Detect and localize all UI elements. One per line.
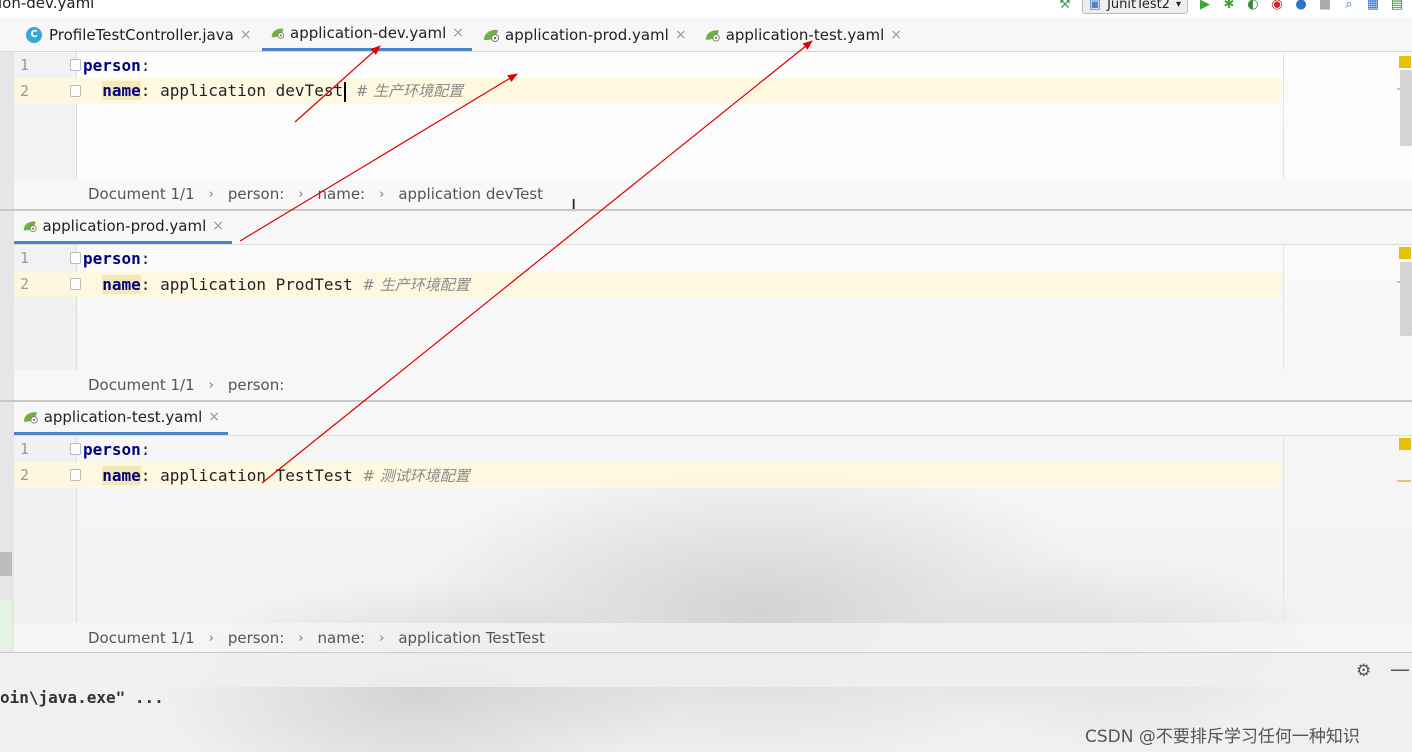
annotation-overlay (239, 40, 813, 484)
annotation-arrow (294, 45, 381, 123)
annotation-arrow (261, 40, 813, 484)
annotation-arrow (239, 73, 518, 242)
